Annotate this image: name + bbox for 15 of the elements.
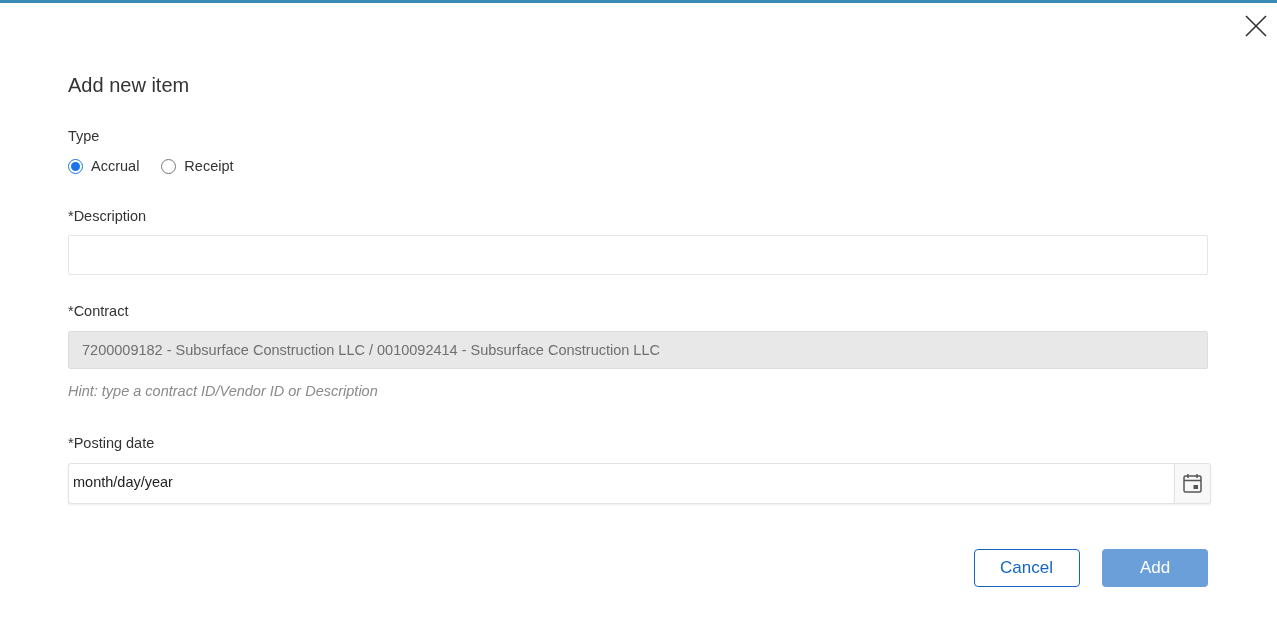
radio-option[interactable]: Receipt — [161, 155, 234, 178]
hint-text: Hint: type a contract ID/Vendor ID or Description — [68, 382, 379, 401]
close-icon — [1245, 15, 1267, 37]
radio-option[interactable]: Accrual — [68, 155, 140, 178]
text-field[interactable] — [68, 235, 1208, 276]
dialog-title: Add new item — [68, 73, 191, 98]
date-field[interactable]: month/day/year — [68, 462, 1174, 504]
field-label: Type — [68, 127, 101, 146]
field-label: *Contract — [68, 302, 130, 322]
field-label: *Posting date — [68, 433, 156, 453]
cancel-button[interactable]: Cancel — [973, 548, 1080, 587]
close-button[interactable] — [1243, 13, 1269, 39]
field-label: *Description — [68, 206, 148, 226]
calendar-button[interactable] — [1174, 462, 1211, 504]
calendar-icon — [1183, 473, 1202, 493]
